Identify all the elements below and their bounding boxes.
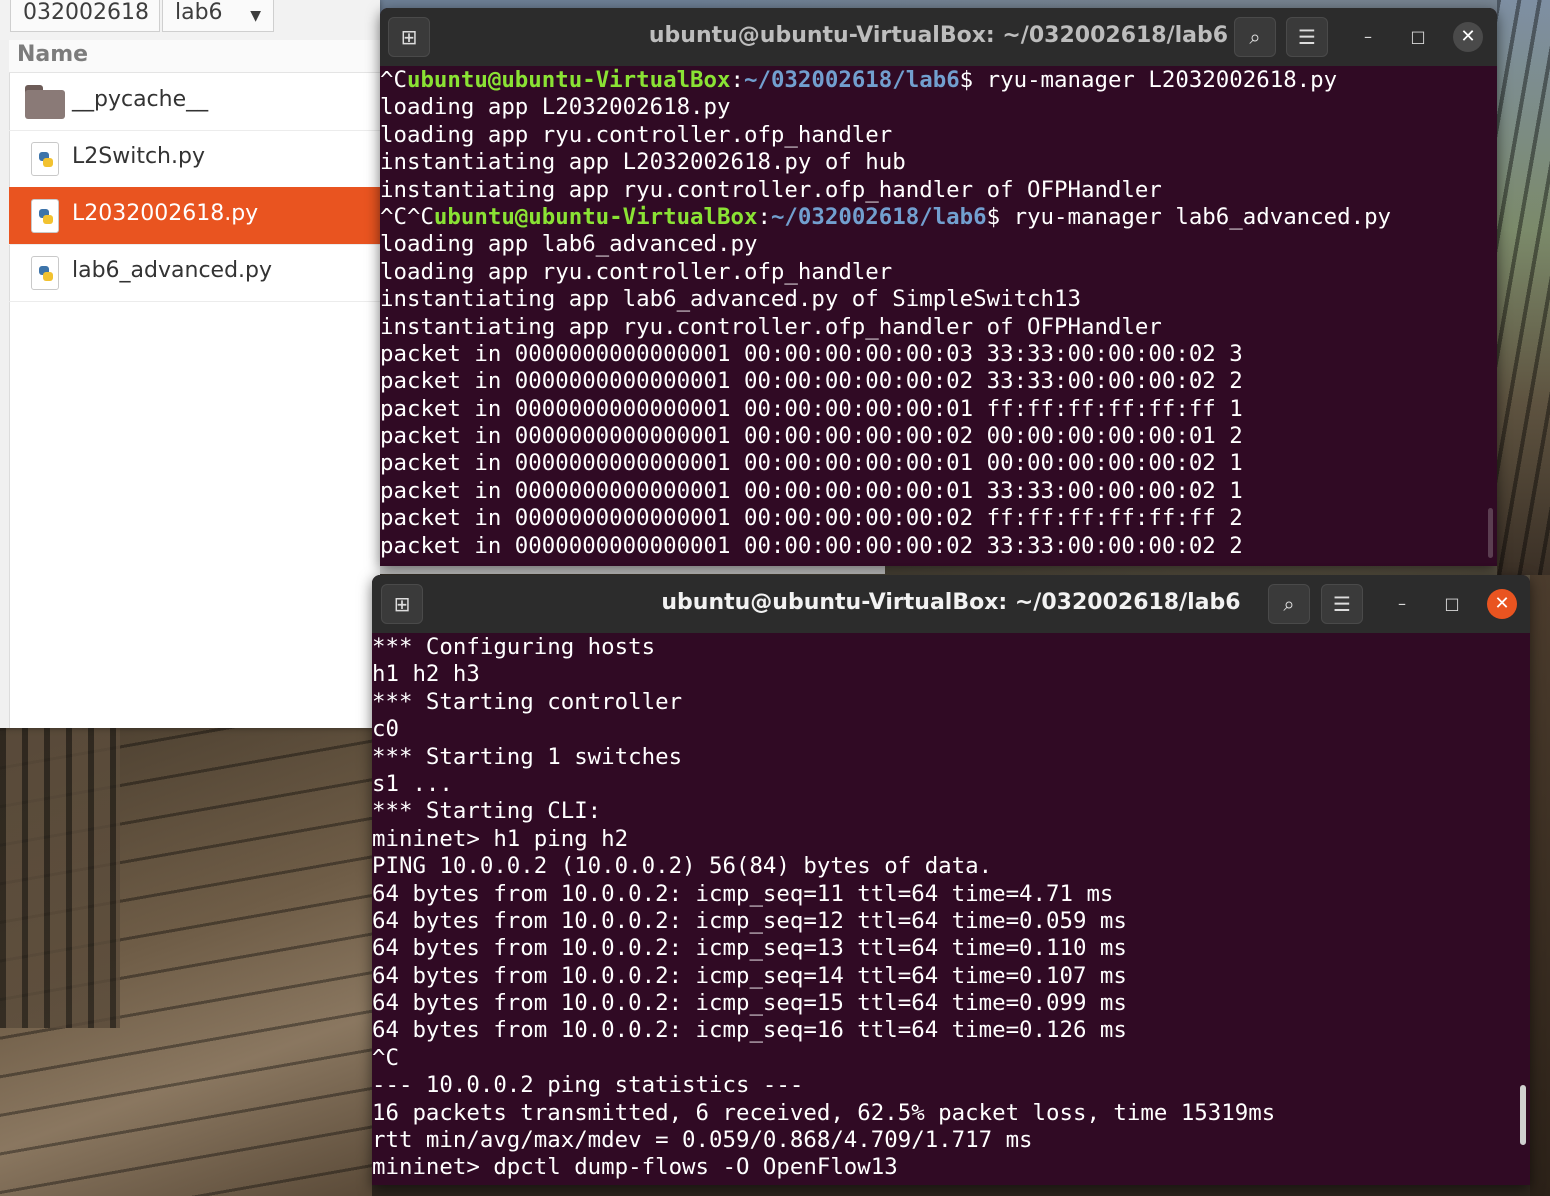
prompt-command: $ ryu-manager lab6_advanced.py — [986, 203, 1392, 230]
file-name: __pycache__ — [72, 87, 209, 112]
terminal-line: mininet> h1 ping h2 — [372, 825, 629, 852]
terminal-line: s1 ... — [372, 770, 453, 797]
folder-icon — [25, 85, 65, 119]
prompt-path: ~/032002618/lab6 — [743, 67, 960, 93]
terminal-line: ^C — [372, 1044, 399, 1071]
prompt-separator: : — [730, 67, 744, 93]
prompt-user: ubuntu@ubuntu-VirtualBox — [433, 203, 758, 230]
python-file-icon — [31, 199, 59, 233]
terminal-line: packet in 0000000000000001 00:00:00:00:0… — [380, 505, 1243, 532]
maximize-icon[interactable]: □ — [1403, 22, 1433, 52]
breadcrumb-label: lab6 — [175, 0, 223, 25]
terminal-title: ubuntu@ubuntu-VirtualBox: ~/032002618/la… — [648, 23, 1229, 48]
terminal-line: 64 bytes from 10.0.0.2: icmp_seq=12 ttl=… — [372, 907, 1127, 934]
terminal-titlebar[interactable]: ⊞ ubuntu@ubuntu-VirtualBox: ~/032002618/… — [372, 575, 1530, 633]
terminal-line: 64 bytes from 10.0.0.2: icmp_seq=15 ttl=… — [372, 990, 1127, 1017]
terminal-line: ^C^Cubuntu@ubuntu-VirtualBox:~/032002618… — [380, 204, 1497, 231]
file-row-l2switch[interactable]: L2Switch.py — [9, 130, 380, 188]
close-icon[interactable]: ✕ — [1453, 22, 1483, 52]
desktop-wallpaper-strip-lower — [1530, 575, 1550, 1196]
interrupt-chars: ^C^C — [380, 203, 434, 230]
minimize-icon[interactable]: – — [1353, 22, 1383, 52]
search-icon[interactable]: ⌕ — [1268, 584, 1310, 624]
file-manager-header: 032002618 lab6 ▼ — [0, 0, 380, 41]
prompt-separator: : — [757, 203, 771, 230]
file-row-pycache[interactable]: __pycache__ — [9, 73, 380, 131]
terminal-line: *** Starting CLI: — [372, 798, 602, 825]
terminal-line: --- 10.0.0.2 ping statistics --- — [372, 1072, 804, 1099]
terminal-line: rtt min/avg/max/mdev = 0.059/0.868/4.709… — [372, 1127, 1033, 1154]
prompt-command: $ ryu-manager L2032002618.py — [959, 67, 1338, 93]
terminal-line: h1 h2 h3 — [372, 661, 480, 688]
file-manager-window: 032002618 lab6 ▼ Name __pycache__ L2Swit… — [0, 0, 380, 728]
file-name: L2032002618.py — [72, 201, 259, 226]
terminal-line: c0 — [372, 716, 399, 743]
terminal-scrollbar[interactable] — [1488, 508, 1493, 558]
terminal-line: packet in 0000000000000001 00:00:00:00:0… — [380, 450, 1243, 477]
terminal-line: PING 10.0.0.2 (10.0.0.2) 56(84) bytes of… — [372, 853, 993, 880]
terminal-line: 64 bytes from 10.0.0.2: icmp_seq=16 ttl=… — [372, 1017, 1127, 1044]
terminal-line: *** Configuring hosts — [372, 634, 656, 660]
desktop-wallpaper-railing — [0, 728, 120, 1028]
file-manager-horizontal-scrollbar[interactable] — [380, 566, 885, 574]
terminal-line: *** Starting controller — [372, 688, 683, 715]
terminal-line: loading app lab6_advanced.py — [380, 231, 758, 258]
minimize-icon[interactable]: – — [1387, 589, 1417, 619]
file-row-l2032002618-selected[interactable]: L2032002618.py — [9, 187, 380, 245]
hamburger-menu-icon[interactable]: ☰ — [1286, 17, 1328, 57]
interrupt-chars: ^C — [380, 67, 407, 93]
prompt-path: ~/032002618/lab6 — [770, 203, 987, 230]
file-row-lab6-advanced[interactable]: lab6_advanced.py — [9, 244, 380, 302]
terminal-line: packet in 0000000000000001 00:00:00:00:0… — [380, 532, 1243, 559]
terminal-line: mininet> dpctl dump-flows -O OpenFlow13 — [372, 1154, 898, 1181]
terminal-line: packet in 0000000000000001 00:00:00:00:0… — [380, 477, 1243, 504]
python-file-icon — [31, 142, 59, 176]
terminal-line: instantiating app L2032002618.py of hub — [380, 149, 906, 176]
search-icon[interactable]: ⌕ — [1234, 17, 1276, 57]
terminal-line: packet in 0000000000000001 00:00:00:00:0… — [380, 368, 1243, 395]
terminal-line: 64 bytes from 10.0.0.2: icmp_seq=11 ttl=… — [372, 880, 1114, 907]
terminal-line: ^Cubuntu@ubuntu-VirtualBox:~/032002618/l… — [380, 67, 1497, 94]
column-header-name[interactable]: Name — [9, 40, 380, 73]
file-name: L2Switch.py — [72, 144, 205, 169]
breadcrumb-folder-lab6[interactable]: lab6 ▼ — [162, 0, 274, 32]
file-name: lab6_advanced.py — [72, 258, 273, 283]
breadcrumb-folder-032002618[interactable]: 032002618 — [10, 0, 160, 32]
terminal-line: packet in 0000000000000001 00:00:00:00:0… — [380, 395, 1243, 422]
caret-down-icon[interactable]: ▼ — [250, 3, 261, 29]
python-file-icon — [31, 256, 59, 290]
close-icon[interactable]: ✕ — [1487, 589, 1517, 619]
prompt-user: ubuntu@ubuntu-VirtualBox — [406, 67, 731, 93]
breadcrumb-label: 032002618 — [23, 0, 149, 25]
desktop-wallpaper-strip — [1497, 0, 1550, 575]
terminal-scrollbar[interactable] — [1520, 1085, 1526, 1145]
terminal-line: loading app ryu.controller.ofp_handler — [380, 258, 893, 285]
terminal-line: *** Starting 1 switches — [372, 743, 683, 770]
terminal-line: loading app L2032002618.py — [380, 94, 731, 121]
terminal-line: instantiating app ryu.controller.ofp_han… — [380, 313, 1162, 340]
hamburger-menu-icon[interactable]: ☰ — [1321, 584, 1363, 624]
terminal-output[interactable]: ^Cubuntu@ubuntu-VirtualBox:~/032002618/l… — [380, 66, 1497, 566]
terminal-line: 16 packets transmitted, 6 received, 62.5… — [372, 1099, 1276, 1126]
terminal-line: packet in 0000000000000001 00:00:00:00:0… — [380, 340, 1243, 367]
terminal-output[interactable]: *** Configuring hosts h1 h2 h3 *** Startin… — [372, 633, 1530, 1185]
terminal-line: 64 bytes from 10.0.0.2: icmp_seq=13 ttl=… — [372, 935, 1127, 962]
column-header-label: Name — [17, 42, 89, 67]
terminal-titlebar[interactable]: ⊞ ubuntu@ubuntu-VirtualBox: ~/032002618/… — [380, 8, 1497, 66]
terminal-line: instantiating app ryu.controller.ofp_han… — [380, 176, 1162, 203]
terminal-window-ryu: ⊞ ubuntu@ubuntu-VirtualBox: ~/032002618/… — [380, 8, 1497, 566]
maximize-icon[interactable]: □ — [1437, 589, 1467, 619]
terminal-line: 64 bytes from 10.0.0.2: icmp_seq=14 ttl=… — [372, 962, 1127, 989]
terminal-window-mininet: ⊞ ubuntu@ubuntu-VirtualBox: ~/032002618/… — [372, 575, 1530, 1185]
terminal-line: instantiating app lab6_advanced.py of Si… — [380, 286, 1081, 313]
terminal-line: packet in 0000000000000001 00:00:00:00:0… — [380, 423, 1243, 450]
terminal-line: loading app ryu.controller.ofp_handler — [380, 121, 893, 148]
